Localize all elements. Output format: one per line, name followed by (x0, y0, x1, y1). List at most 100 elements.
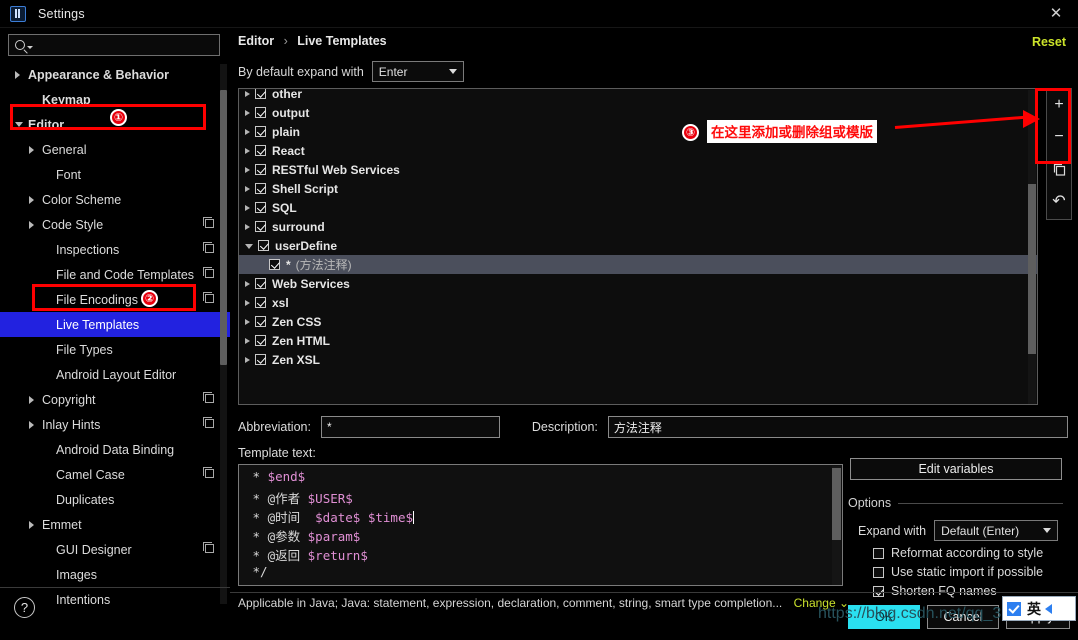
sidebar-item-copyright[interactable]: Copyright (0, 387, 230, 412)
template-checkbox[interactable] (255, 107, 266, 118)
revert-template-button[interactable]: ↶ (1047, 185, 1071, 217)
chevron-right-icon[interactable] (245, 185, 250, 192)
sidebar-scrollbar-thumb[interactable] (220, 90, 227, 365)
sidebar-item-android-data-binding[interactable]: Android Data Binding (0, 437, 230, 462)
template-checkbox[interactable] (255, 221, 266, 232)
sidebar-item-color-scheme[interactable]: Color Scheme (0, 187, 230, 212)
close-icon[interactable]: ✕ (1048, 6, 1064, 22)
chevron-right-icon[interactable] (245, 204, 250, 211)
template-checkbox[interactable] (255, 354, 266, 365)
chevron-right-icon[interactable] (29, 195, 34, 204)
chevron-right-icon[interactable] (245, 318, 250, 325)
template-list-item[interactable]: Zen XSL (239, 350, 1037, 369)
template-text-line: * @返回 $return$ (245, 545, 836, 564)
help-bar: ? (0, 587, 230, 640)
template-checkbox[interactable] (255, 183, 266, 194)
breadcrumb-parent[interactable]: Editor (238, 34, 274, 48)
sidebar-item-label: Duplicates (56, 492, 115, 507)
sidebar-item-general[interactable]: General (0, 137, 230, 162)
sidebar-item-gui-designer[interactable]: GUI Designer (0, 537, 230, 562)
chevron-right-icon[interactable] (245, 223, 250, 230)
option-checkbox[interactable] (873, 547, 884, 559)
template-text-editor[interactable]: * $end$ * @作者 $USER$ * @时间 $date$ $time$… (238, 464, 843, 586)
template-checkbox[interactable] (255, 145, 266, 156)
chevron-right-icon[interactable] (15, 70, 20, 79)
template-editor-scrollbar[interactable] (832, 466, 841, 585)
sidebar-item-emmet[interactable]: Emmet (0, 512, 230, 537)
chevron-right-icon[interactable] (29, 220, 34, 229)
template-checkbox[interactable] (255, 164, 266, 175)
template-list-item[interactable]: surround (239, 217, 1037, 236)
help-icon[interactable]: ? (14, 597, 35, 618)
chevron-right-icon[interactable] (245, 299, 250, 306)
description-input[interactable] (607, 416, 1068, 438)
chevron-right-icon[interactable] (245, 337, 250, 344)
template-checkbox[interactable] (269, 259, 280, 270)
template-editor-scrollbar-thumb[interactable] (832, 468, 841, 540)
sidebar-item-camel-case[interactable]: Camel Case (0, 462, 230, 487)
ok-button[interactable]: OK (848, 605, 920, 629)
abbreviation-input[interactable] (320, 416, 500, 438)
template-list-scrollbar-thumb[interactable] (1028, 184, 1036, 354)
template-checkbox[interactable] (255, 316, 266, 327)
sidebar-tree[interactable]: Appearance & Behavior Keymap Editor General… (0, 62, 230, 607)
ime-indicator[interactable]: 英 (1002, 596, 1076, 621)
template-list-item[interactable]: xsl (239, 293, 1037, 312)
chevron-right-icon[interactable] (29, 395, 34, 404)
sidebar-item-font[interactable]: Font (0, 162, 230, 187)
template-checkbox[interactable] (255, 202, 266, 213)
template-group-list[interactable]: other output plain React RESTful Web Service… (238, 88, 1038, 405)
template-list-item[interactable]: output (239, 103, 1037, 122)
template-checkbox[interactable] (255, 278, 266, 289)
edit-variables-button[interactable]: Edit variables (850, 458, 1062, 480)
template-list-item[interactable]: userDefine (239, 236, 1037, 255)
sidebar-item-live-templates[interactable]: Live Templates (0, 312, 230, 337)
option-checkbox[interactable] (873, 566, 884, 578)
sidebar-item-file-types[interactable]: File Types (0, 337, 230, 362)
template-list-item[interactable]: * (方法注释) (239, 255, 1037, 274)
template-checkbox[interactable] (258, 240, 269, 251)
template-checkbox[interactable] (255, 297, 266, 308)
search-input[interactable] (33, 37, 219, 53)
option-checkbox-row[interactable]: Use static import if possible (873, 565, 1043, 579)
template-checkbox[interactable] (255, 89, 266, 99)
reset-link[interactable]: Reset (1032, 35, 1066, 49)
template-checkbox[interactable] (255, 335, 266, 346)
template-list-item[interactable]: Shell Script (239, 179, 1037, 198)
chevron-right-icon[interactable] (29, 520, 34, 529)
template-list-item[interactable]: RESTful Web Services (239, 160, 1037, 179)
copy-icon (203, 417, 214, 428)
sidebar-item-android-layout-editor[interactable]: Android Layout Editor (0, 362, 230, 387)
chevron-right-icon[interactable] (245, 356, 250, 363)
sidebar-item-code-style[interactable]: Code Style (0, 212, 230, 237)
template-checkbox[interactable] (255, 126, 266, 137)
chevron-right-icon[interactable] (245, 147, 250, 154)
chevron-right-icon[interactable] (245, 109, 250, 116)
option-checkbox-row[interactable]: Reformat according to style (873, 546, 1043, 560)
sidebar-item-label: Android Layout Editor (56, 367, 177, 382)
sidebar-item-inspections[interactable]: Inspections (0, 237, 230, 262)
template-list-item[interactable]: Zen HTML (239, 331, 1037, 350)
chevron-right-icon[interactable] (245, 166, 250, 173)
chevron-right-icon[interactable] (29, 145, 34, 154)
chevron-down-icon[interactable] (245, 244, 253, 249)
chevron-right-icon[interactable] (29, 420, 34, 429)
sidebar-item-appearance-behavior[interactable]: Appearance & Behavior (0, 62, 230, 87)
chevron-right-icon[interactable] (245, 280, 250, 287)
chevron-right-icon[interactable] (245, 128, 250, 135)
sidebar-item-inlay-hints[interactable]: Inlay Hints (0, 412, 230, 437)
sidebar-scrollbar[interactable] (220, 64, 227, 604)
template-list-item[interactable]: React (239, 141, 1037, 160)
template-list-item[interactable]: Zen CSS (239, 312, 1037, 331)
template-list-item[interactable]: Web Services (239, 274, 1037, 293)
search-box[interactable] (8, 34, 220, 56)
template-list-item[interactable]: SQL (239, 198, 1037, 217)
cancel-button[interactable]: Cancel (927, 605, 999, 629)
default-expand-select[interactable]: Enter (371, 61, 464, 82)
sidebar-item-images[interactable]: Images (0, 562, 230, 587)
chevron-right-icon[interactable] (245, 90, 250, 97)
template-list-item[interactable]: other (239, 89, 1037, 103)
sidebar-item-duplicates[interactable]: Duplicates (0, 487, 230, 512)
template-text-line: */ (245, 564, 836, 583)
expand-with-select[interactable]: Default (Enter) (934, 520, 1059, 541)
